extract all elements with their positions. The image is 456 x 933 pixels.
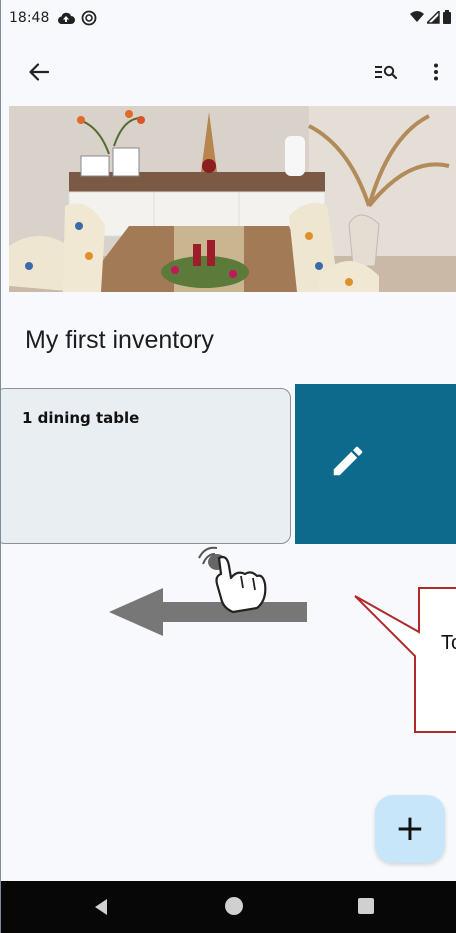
system-nav-bar: [1, 881, 456, 933]
arrow-back-icon: [29, 63, 49, 81]
sync-circle-icon: [81, 10, 97, 26]
status-time: 18:48: [9, 10, 50, 26]
filter-search-icon: [375, 65, 398, 80]
wifi-icon: [410, 11, 424, 22]
back-button[interactable]: [23, 56, 55, 88]
more-options-button[interactable]: [421, 56, 451, 88]
swipe-hand-icon: [198, 546, 267, 614]
filter-search-button[interactable]: [369, 56, 405, 88]
item-card-label: 1 dining table: [22, 409, 140, 427]
cloud-upload-icon: [58, 12, 76, 24]
status-icons-left: [57, 10, 97, 26]
swipe-edit-action[interactable]: [295, 384, 456, 544]
more-vert-icon: [434, 63, 438, 81]
app-bar: [1, 36, 456, 106]
nav-home-button[interactable]: [225, 897, 243, 915]
nav-back-button[interactable]: [93, 898, 109, 916]
pencil-icon: [333, 446, 363, 476]
status-icons-right: [410, 10, 451, 24]
add-item-button[interactable]: +: [375, 795, 445, 863]
inventory-title: My first inventory: [25, 326, 214, 354]
nav-recents-button[interactable]: [358, 898, 374, 914]
phone-screen: 18:48 My first inventory 1 dining table …: [0, 0, 456, 933]
tutorial-callout-text: To: [441, 632, 456, 654]
status-bar: 18:48: [1, 0, 456, 36]
battery-icon: [443, 10, 451, 24]
plus-icon: +: [394, 808, 426, 849]
tutorial-callout: [354, 587, 456, 733]
inventory-item-card[interactable]: 1 dining table: [1, 388, 291, 544]
cell-signal-icon: [427, 10, 440, 24]
inventory-cover-photo: [9, 106, 456, 292]
